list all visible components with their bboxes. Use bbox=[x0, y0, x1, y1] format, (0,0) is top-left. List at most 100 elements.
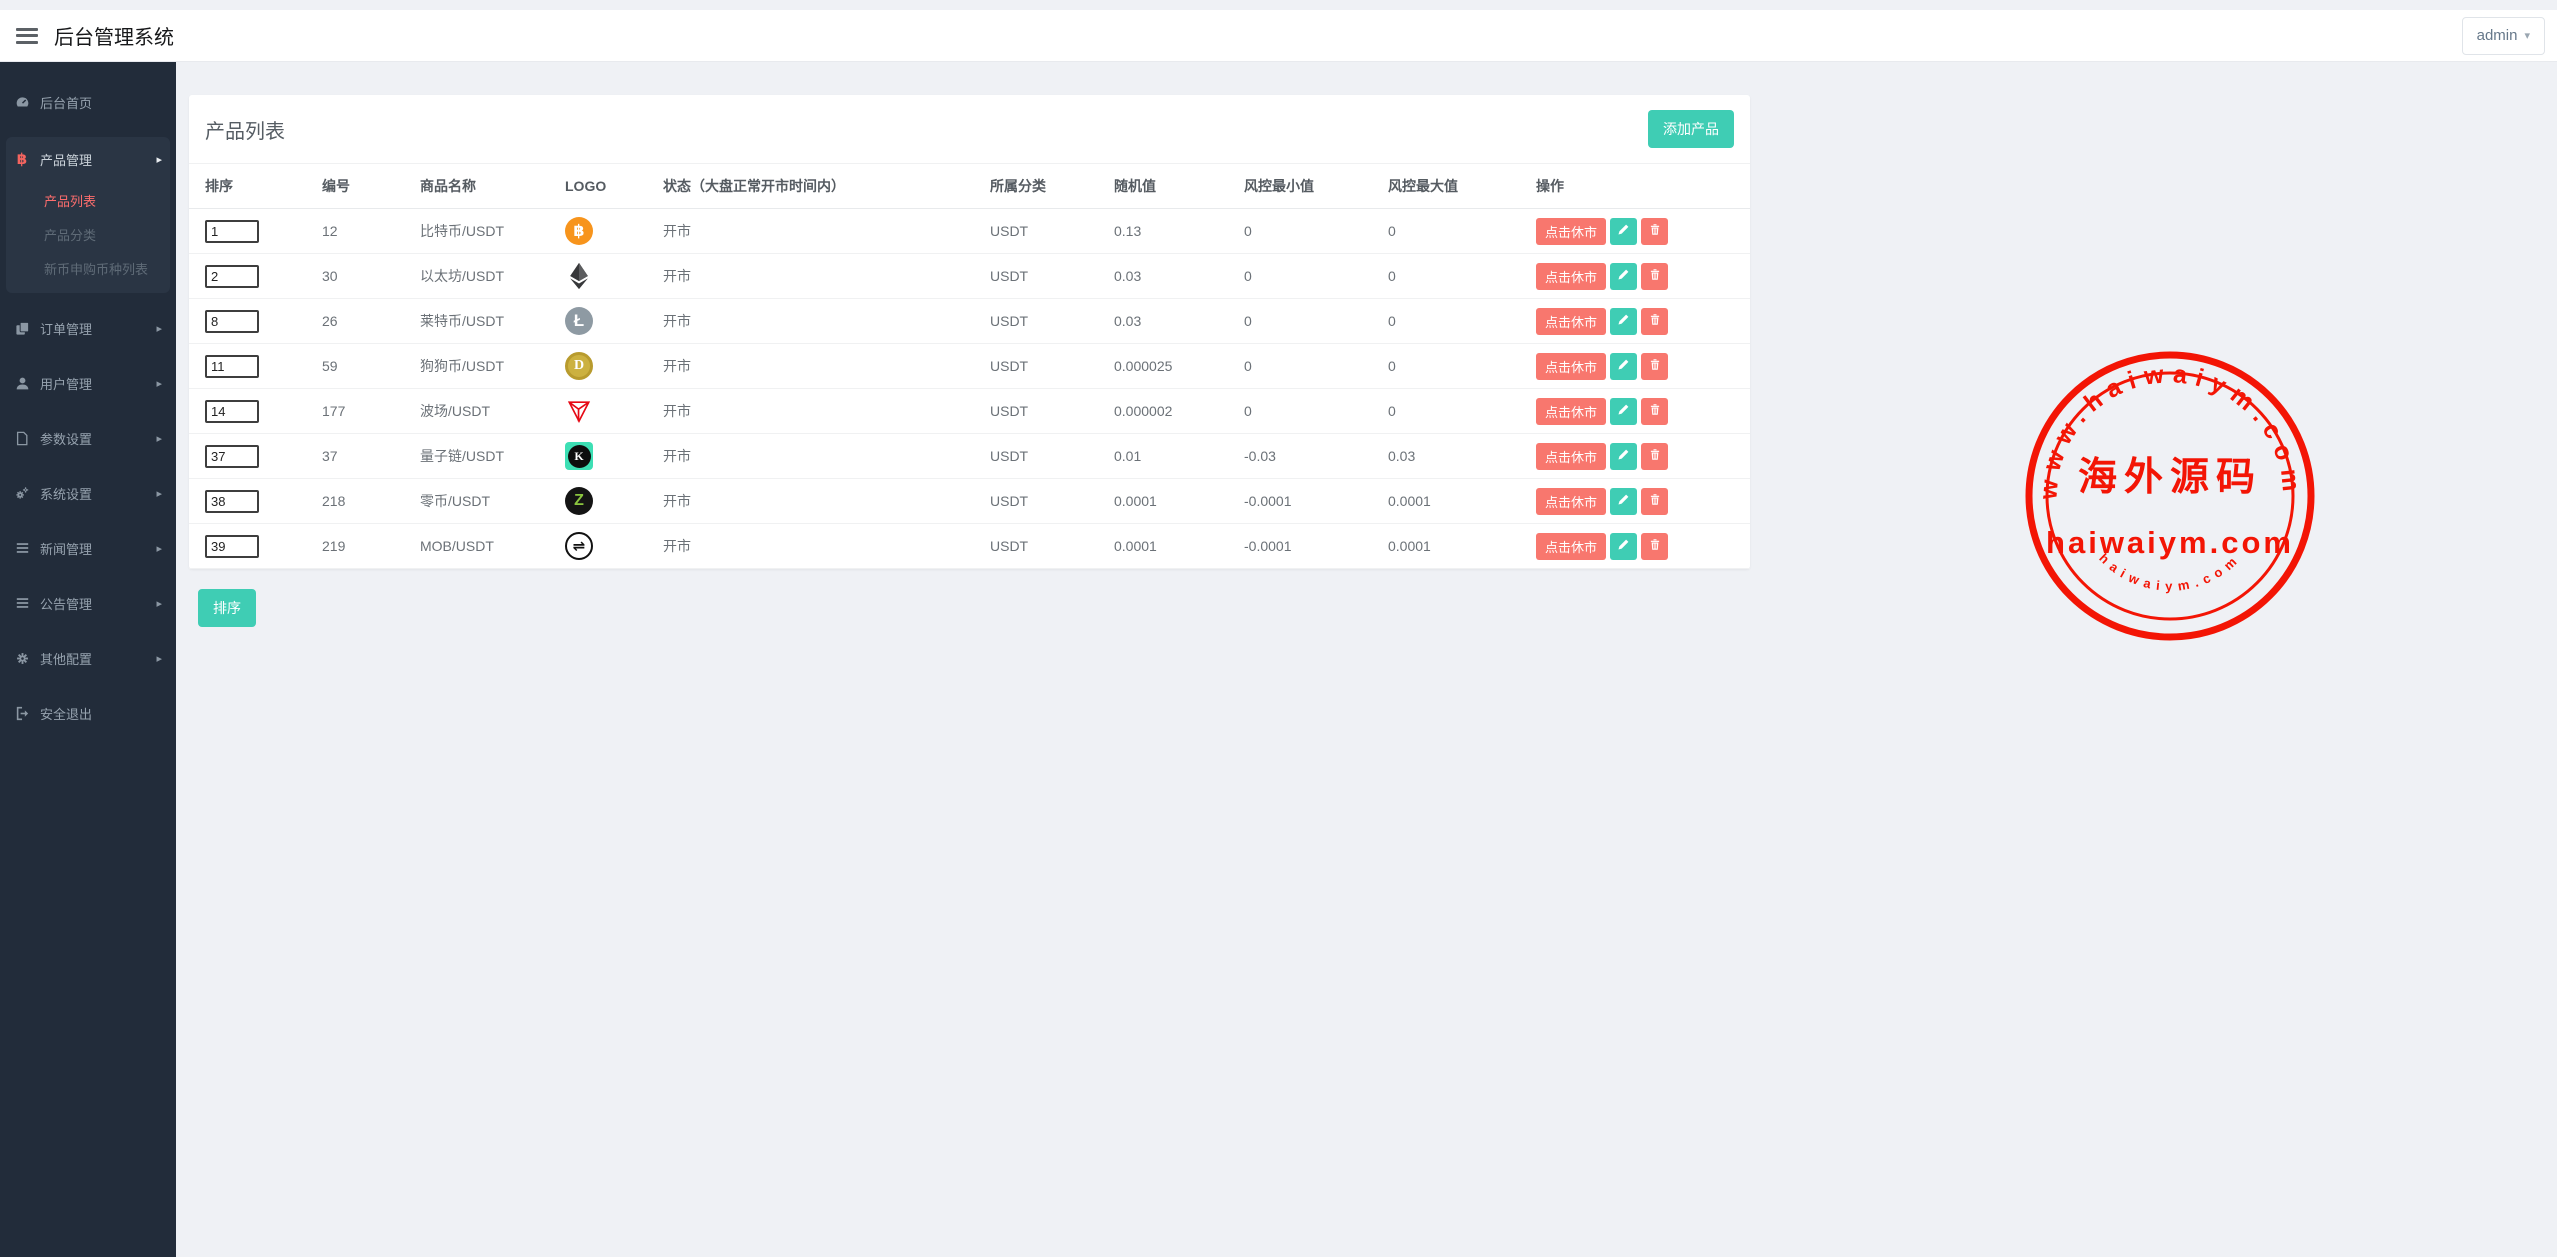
user-dropdown[interactable]: admin ▾ bbox=[2462, 17, 2545, 55]
sidebar-item-logout[interactable]: 安全退出 bbox=[0, 693, 176, 733]
sort-order-input[interactable] bbox=[205, 490, 259, 513]
close-market-button[interactable]: 点击休市 bbox=[1536, 308, 1606, 335]
sidebar-item-label: 新闻管理 bbox=[40, 539, 92, 558]
sort-order-input[interactable] bbox=[205, 310, 259, 333]
close-market-button[interactable]: 点击休市 bbox=[1536, 533, 1606, 560]
delete-button[interactable] bbox=[1641, 263, 1668, 290]
sidebar-item-label: 其他配置 bbox=[40, 649, 92, 668]
add-product-button[interactable]: 添加产品 bbox=[1648, 110, 1734, 148]
close-market-button[interactable]: 点击休市 bbox=[1536, 443, 1606, 470]
sidebar-item-orders[interactable]: 订单管理▸ bbox=[0, 308, 176, 348]
cell-risk_max: 0.0001 bbox=[1388, 479, 1536, 524]
sidebar-item-notice[interactable]: 公告管理▸ bbox=[0, 583, 176, 623]
cell-name: 比特币/USDT bbox=[420, 209, 565, 254]
cell-random: 0.03 bbox=[1114, 254, 1244, 299]
delete-button[interactable] bbox=[1641, 398, 1668, 425]
sidebar-item-params[interactable]: 参数设置▸ bbox=[0, 418, 176, 458]
cell-risk_min: 0 bbox=[1244, 299, 1388, 344]
sort-order-input[interactable] bbox=[205, 400, 259, 423]
close-market-button[interactable]: 点击休市 bbox=[1536, 263, 1606, 290]
doge-logo-icon: D bbox=[565, 352, 593, 380]
column-header: 操作 bbox=[1536, 164, 1750, 209]
cell-id: 59 bbox=[322, 344, 420, 389]
panel-header: 产品列表 添加产品 bbox=[189, 95, 1750, 164]
edit-button[interactable] bbox=[1610, 308, 1637, 335]
close-market-button[interactable]: 点击休市 bbox=[1536, 218, 1606, 245]
cell-name: MOB/USDT bbox=[420, 524, 565, 569]
chevron-down-icon: ▾ bbox=[2524, 29, 2530, 42]
cell-risk_min: -0.0001 bbox=[1244, 524, 1388, 569]
edit-button[interactable] bbox=[1610, 443, 1637, 470]
cell-risk_min: 0 bbox=[1244, 389, 1388, 434]
sidebar-item-products[interactable]: ฿产品管理▸ bbox=[6, 139, 170, 179]
sidebar-item-new-coin-list[interactable]: 新币申购币种列表 bbox=[6, 251, 170, 285]
panel-title: 产品列表 bbox=[205, 115, 285, 144]
chevron-right-icon: ▸ bbox=[156, 542, 162, 555]
column-header: 商品名称 bbox=[420, 164, 565, 209]
edit-button[interactable] bbox=[1610, 488, 1637, 515]
edit-button[interactable] bbox=[1610, 263, 1637, 290]
delete-button[interactable] bbox=[1641, 533, 1668, 560]
close-market-button[interactable]: 点击休市 bbox=[1536, 353, 1606, 380]
edit-button[interactable] bbox=[1610, 398, 1637, 425]
sidebar-item-label: 后台首页 bbox=[40, 93, 92, 112]
cell-name: 量子链/USDT bbox=[420, 434, 565, 479]
cell-risk_min: -0.0001 bbox=[1244, 479, 1388, 524]
sort-order-input[interactable] bbox=[205, 355, 259, 378]
pencil-icon bbox=[1617, 268, 1630, 284]
edit-button[interactable] bbox=[1610, 533, 1637, 560]
table-header-row: 排序编号商品名称LOGO状态（大盘正常开市时间内）所属分类随机值风控最小值风控最… bbox=[189, 164, 1750, 209]
list-icon bbox=[14, 595, 30, 611]
cell-risk_min: -0.03 bbox=[1244, 434, 1388, 479]
sort-order-input[interactable] bbox=[205, 535, 259, 558]
cell-name: 波场/USDT bbox=[420, 389, 565, 434]
delete-button[interactable] bbox=[1641, 353, 1668, 380]
product-table: 排序编号商品名称LOGO状态（大盘正常开市时间内）所属分类随机值风控最小值风控最… bbox=[189, 164, 1750, 569]
sidebar-item-product-list[interactable]: 产品列表 bbox=[6, 183, 170, 217]
close-market-button[interactable]: 点击休市 bbox=[1536, 398, 1606, 425]
column-header: 随机值 bbox=[1114, 164, 1244, 209]
sidebar-item-system[interactable]: 系统设置▸ bbox=[0, 473, 176, 513]
cell-id: 12 bbox=[322, 209, 420, 254]
list-icon bbox=[14, 540, 30, 556]
edit-button[interactable] bbox=[1610, 218, 1637, 245]
sort-submit-button[interactable]: 排序 bbox=[198, 589, 256, 627]
pencil-icon bbox=[1617, 448, 1630, 464]
sort-order-input[interactable] bbox=[205, 445, 259, 468]
sidebar-item-news[interactable]: 新闻管理 ▸ bbox=[0, 528, 176, 568]
sidebar-item-users[interactable]: 用户管理▸ bbox=[0, 363, 176, 403]
column-header: 状态（大盘正常开市时间内） bbox=[663, 164, 990, 209]
delete-button[interactable] bbox=[1641, 308, 1668, 335]
delete-button[interactable] bbox=[1641, 488, 1668, 515]
trash-icon bbox=[1649, 313, 1661, 329]
sidebar-item-product-category[interactable]: 产品分类 bbox=[6, 217, 170, 251]
bitcoin-icon: ฿ bbox=[14, 151, 30, 167]
close-market-button[interactable]: 点击休市 bbox=[1536, 488, 1606, 515]
sidebar-item-dashboard[interactable]: 后台首页 bbox=[0, 82, 176, 122]
pencil-icon bbox=[1617, 223, 1630, 239]
sidebar-item-label: 系统设置 bbox=[40, 484, 92, 503]
sidebar-item-label: 公告管理 bbox=[40, 594, 92, 613]
sidebar-item-other[interactable]: 其他配置▸ bbox=[0, 638, 176, 678]
menu-toggle-icon[interactable] bbox=[16, 28, 38, 44]
sort-order-input[interactable] bbox=[205, 220, 259, 243]
pencil-icon bbox=[1617, 358, 1630, 374]
trash-icon bbox=[1649, 358, 1661, 374]
trash-icon bbox=[1649, 538, 1661, 554]
trash-icon bbox=[1649, 223, 1661, 239]
edit-button[interactable] bbox=[1610, 353, 1637, 380]
trash-icon bbox=[1649, 448, 1661, 464]
cell-id: 30 bbox=[322, 254, 420, 299]
column-header: 风控最小值 bbox=[1244, 164, 1388, 209]
screen: 后台管理系统 admin ▾ 后台首页฿产品管理▸产品列表产品分类新币申购币种列… bbox=[0, 0, 2557, 1257]
delete-button[interactable] bbox=[1641, 443, 1668, 470]
cell-random: 0.03 bbox=[1114, 299, 1244, 344]
ltc-logo-icon: Ł bbox=[565, 307, 593, 335]
delete-button[interactable] bbox=[1641, 218, 1668, 245]
cell-risk_max: 0 bbox=[1388, 344, 1536, 389]
cell-category: USDT bbox=[990, 479, 1114, 524]
cell-category: USDT bbox=[990, 254, 1114, 299]
pencil-icon bbox=[1617, 403, 1630, 419]
cell-name: 以太坊/USDT bbox=[420, 254, 565, 299]
sort-order-input[interactable] bbox=[205, 265, 259, 288]
